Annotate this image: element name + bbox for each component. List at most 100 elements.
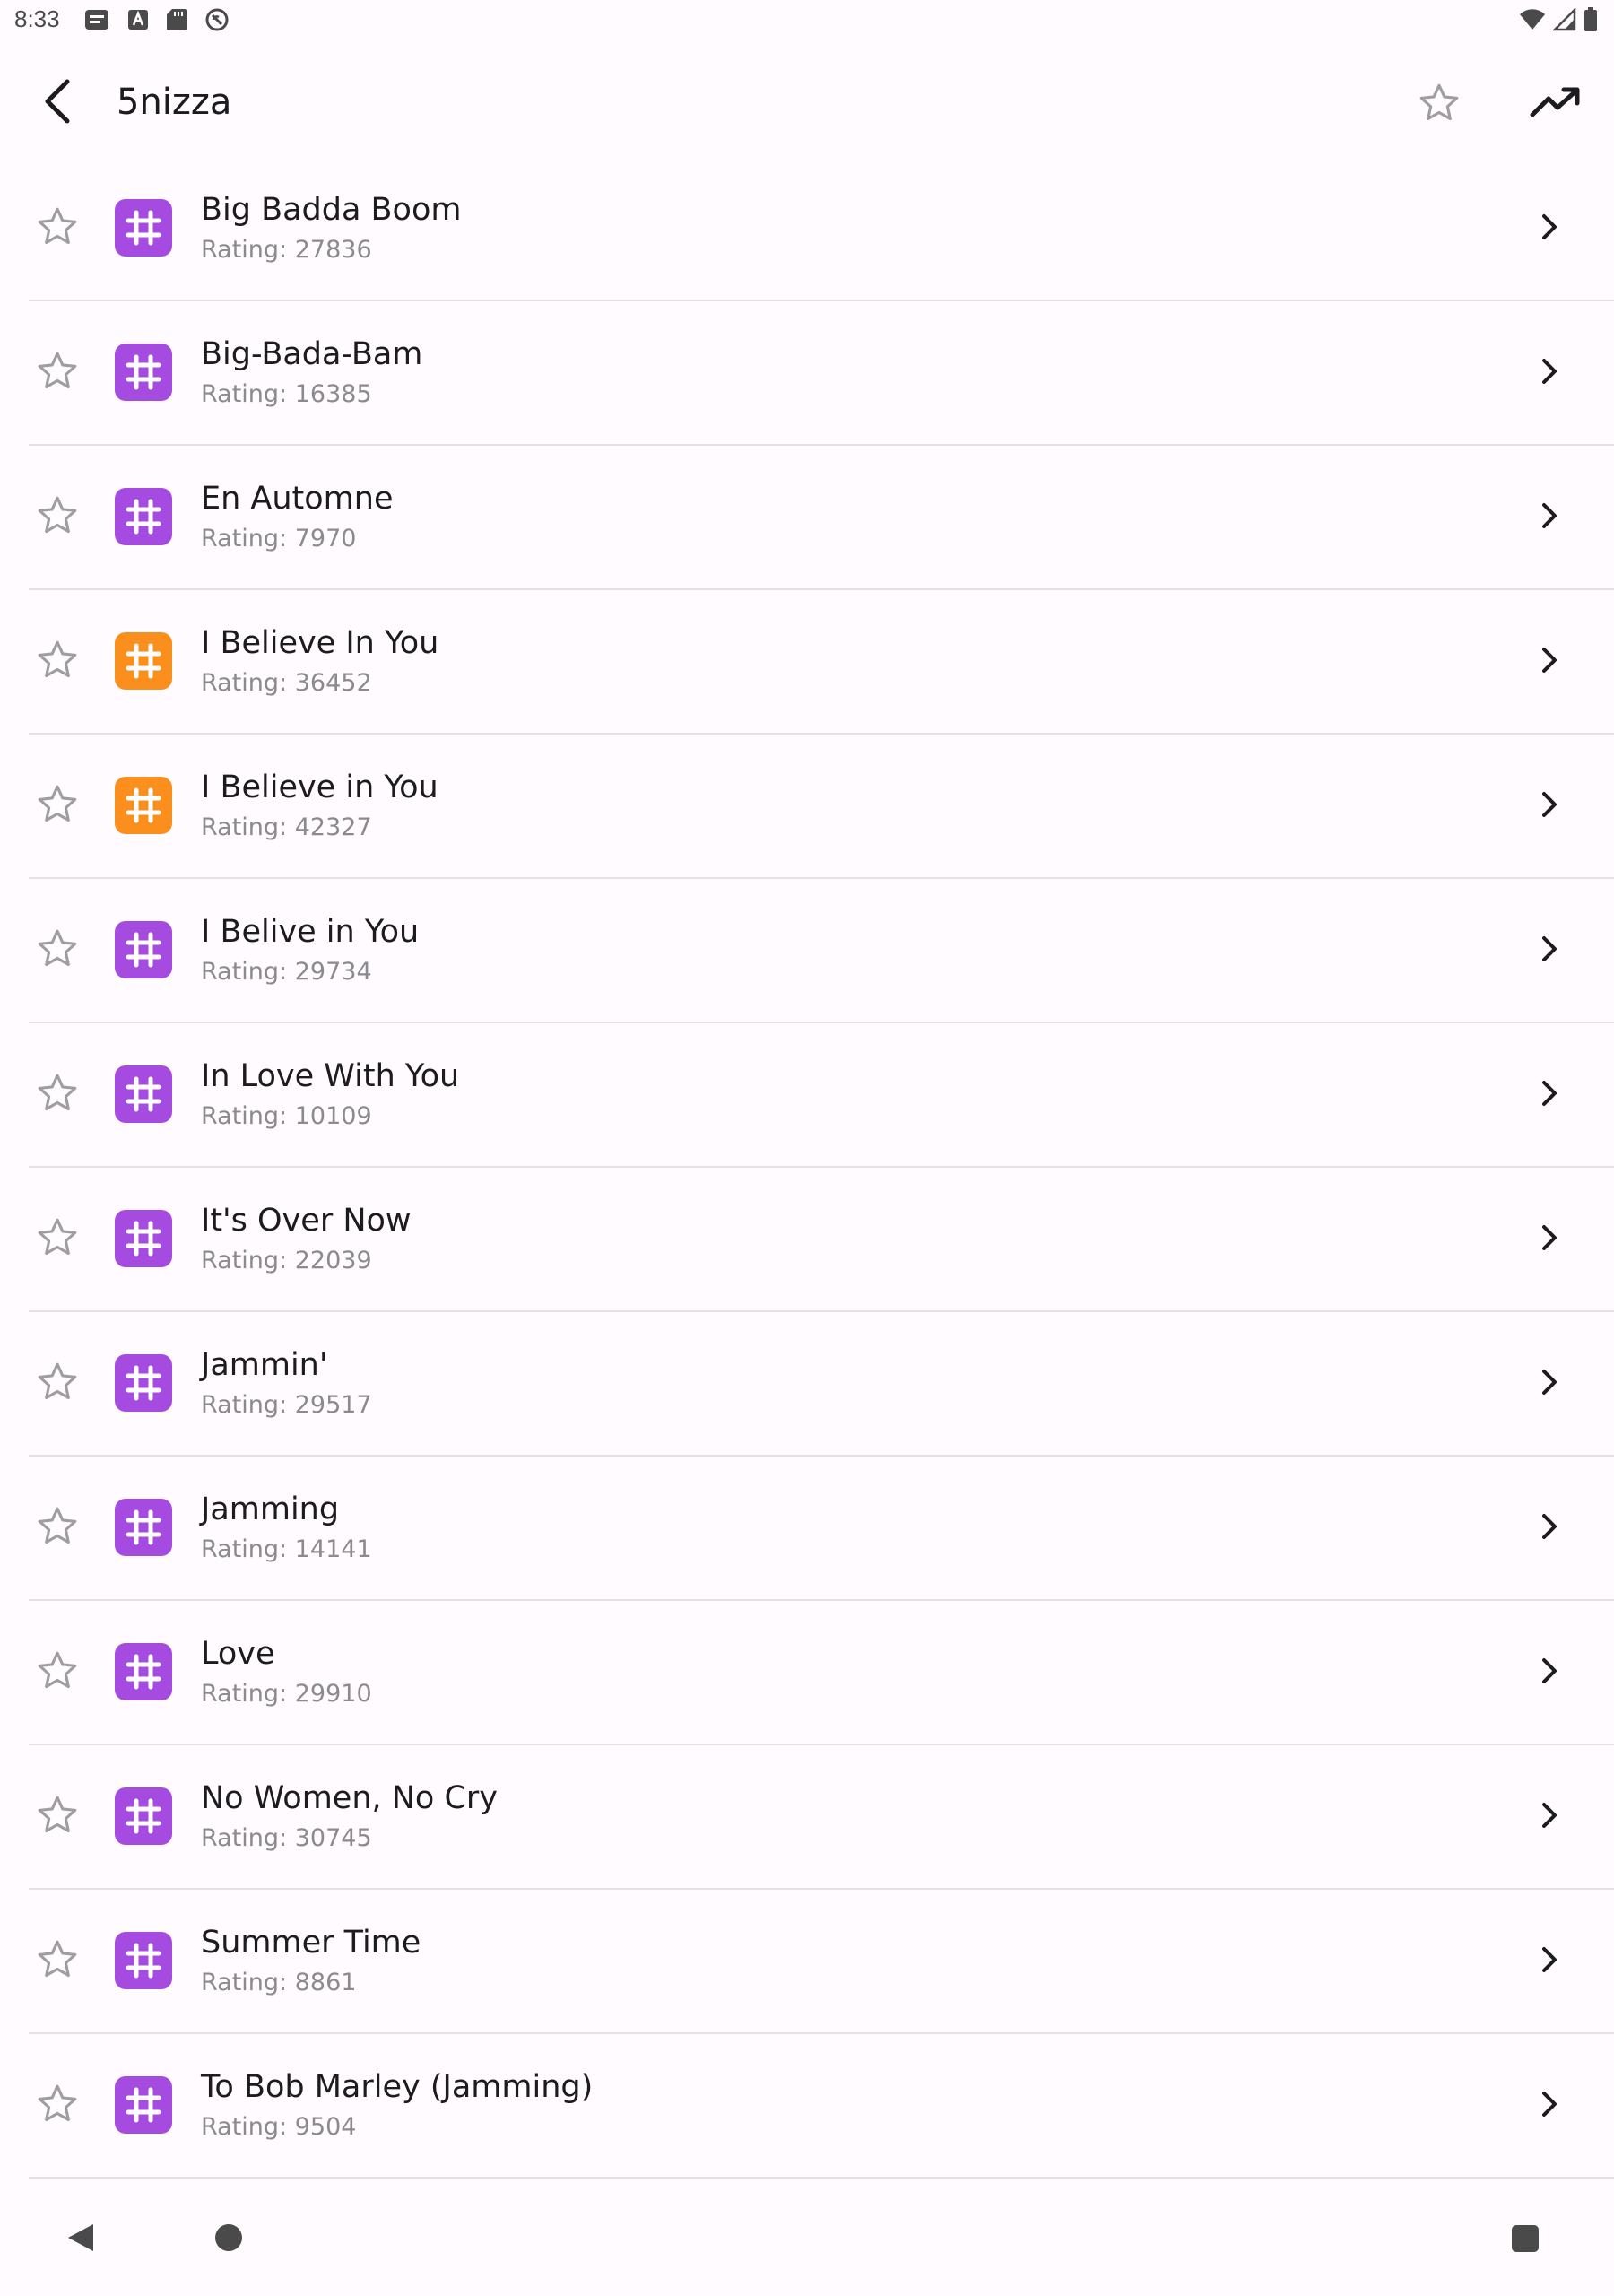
star-outline-icon xyxy=(35,1648,80,1697)
open-song-button[interactable] xyxy=(1524,1070,1575,1120)
song-rating: Rating: 8861 xyxy=(201,1969,357,1996)
row-favorite-button[interactable] xyxy=(30,924,84,978)
chevron-right-icon xyxy=(1539,212,1560,246)
row-favorite-button[interactable] xyxy=(30,202,84,256)
song-row[interactable]: No Women, No Cry Rating: 30745 xyxy=(0,1745,1614,1890)
chevron-right-icon xyxy=(1539,645,1560,679)
back-button[interactable] xyxy=(27,72,90,135)
song-rating: Rating: 7970 xyxy=(201,525,357,552)
song-title: Summer Time xyxy=(201,1925,421,1961)
chevron-right-icon xyxy=(1539,1367,1560,1401)
favorite-artist-button[interactable] xyxy=(1408,74,1471,136)
song-title: Big Badda Boom xyxy=(201,192,462,228)
song-rating: Rating: 36452 xyxy=(201,669,372,697)
row-favorite-button[interactable] xyxy=(30,1935,84,1988)
hashtag-badge-icon xyxy=(115,1499,172,1556)
song-row[interactable]: Big-Bada-Bam Rating: 16385 xyxy=(0,301,1614,446)
open-song-button[interactable] xyxy=(1524,926,1575,976)
font-icon xyxy=(127,8,149,35)
hashtag-badge-icon xyxy=(115,777,172,834)
status-icons-left xyxy=(84,7,230,36)
nav-recents-icon[interactable] xyxy=(1512,2225,1539,2252)
open-song-button[interactable] xyxy=(1524,2081,1575,2131)
open-song-button[interactable] xyxy=(1524,637,1575,687)
song-row[interactable]: En Automne Rating: 7970 xyxy=(0,446,1614,590)
trending-button[interactable] xyxy=(1524,74,1587,136)
open-song-button[interactable] xyxy=(1524,1359,1575,1409)
song-title: It's Over Now xyxy=(201,1203,412,1239)
open-song-button[interactable] xyxy=(1524,1792,1575,1842)
row-favorite-button[interactable] xyxy=(30,346,84,400)
navigation-bar xyxy=(0,2188,1614,2296)
song-rating: Rating: 22039 xyxy=(201,1247,372,1274)
hashtag-badge-icon xyxy=(115,1932,172,1989)
star-outline-icon xyxy=(35,2082,80,2130)
chevron-right-icon xyxy=(1539,934,1560,968)
notes-icon xyxy=(84,8,109,35)
open-song-button[interactable] xyxy=(1524,1936,1575,1987)
hashtag-badge-icon xyxy=(115,632,172,690)
chevron-right-icon xyxy=(1539,1511,1560,1545)
open-song-button[interactable] xyxy=(1524,781,1575,831)
hashtag-badge-icon xyxy=(115,1210,172,1267)
song-rating: Rating: 27836 xyxy=(201,236,372,264)
song-title: To Bob Marley (Jamming) xyxy=(201,2069,594,2105)
chevron-right-icon xyxy=(1539,1800,1560,1834)
row-favorite-button[interactable] xyxy=(30,779,84,833)
status-time: 8:33 xyxy=(14,5,60,32)
star-outline-icon xyxy=(1417,81,1462,129)
row-favorite-button[interactable] xyxy=(30,635,84,689)
song-rating: Rating: 29734 xyxy=(201,958,372,986)
no-sync-icon xyxy=(204,7,230,36)
song-title: Jamming xyxy=(201,1492,340,1527)
song-title: Love xyxy=(201,1636,275,1672)
song-row[interactable]: I Believe In You Rating: 36452 xyxy=(0,590,1614,735)
song-row[interactable]: Big Badda Boom Rating: 27836 xyxy=(0,157,1614,301)
star-outline-icon xyxy=(35,1360,80,1408)
song-row[interactable]: Love Rating: 29910 xyxy=(0,1601,1614,1745)
open-song-button[interactable] xyxy=(1524,1648,1575,1698)
song-row[interactable]: To Bob Marley (Jamming) Rating: 9504 xyxy=(0,2034,1614,2179)
chevron-right-icon xyxy=(1539,1944,1560,1979)
song-title: Big-Bada-Bam xyxy=(201,336,423,372)
song-title: In Love With You xyxy=(201,1058,460,1094)
row-favorite-button[interactable] xyxy=(30,1213,84,1266)
song-row[interactable]: I Belive in You Rating: 29734 xyxy=(0,879,1614,1023)
star-outline-icon xyxy=(35,638,80,686)
song-row[interactable]: Summer Time Rating: 8861 xyxy=(0,1890,1614,2034)
song-rating: Rating: 14141 xyxy=(201,1535,372,1563)
row-favorite-button[interactable] xyxy=(30,1068,84,1122)
song-title: No Women, No Cry xyxy=(201,1780,499,1816)
hashtag-badge-icon xyxy=(115,1787,172,1845)
song-row[interactable]: It's Over Now Rating: 22039 xyxy=(0,1168,1614,1312)
song-title: I Believe In You xyxy=(201,625,439,661)
battery-icon xyxy=(1584,7,1598,36)
hashtag-badge-icon xyxy=(115,488,172,545)
song-row[interactable]: In Love With You Rating: 10109 xyxy=(0,1023,1614,1168)
song-row[interactable]: Jammin' Rating: 29517 xyxy=(0,1312,1614,1457)
song-title: Jammin' xyxy=(201,1347,328,1383)
row-favorite-button[interactable] xyxy=(30,491,84,544)
open-song-button[interactable] xyxy=(1524,204,1575,254)
hashtag-badge-icon xyxy=(115,2076,172,2134)
hashtag-badge-icon xyxy=(115,1643,172,1700)
row-favorite-button[interactable] xyxy=(30,1790,84,1844)
row-favorite-button[interactable] xyxy=(30,1357,84,1411)
hashtag-badge-icon xyxy=(115,1354,172,1412)
open-song-button[interactable] xyxy=(1524,348,1575,398)
row-favorite-button[interactable] xyxy=(30,1501,84,1555)
row-favorite-button[interactable] xyxy=(30,1646,84,1700)
nav-home-icon[interactable] xyxy=(215,2224,242,2251)
chevron-right-icon xyxy=(1539,356,1560,390)
star-outline-icon xyxy=(35,493,80,542)
nav-back-icon[interactable] xyxy=(66,2222,95,2257)
open-song-button[interactable] xyxy=(1524,492,1575,543)
song-rating: Rating: 9504 xyxy=(201,2113,357,2141)
song-row[interactable]: Jamming Rating: 14141 xyxy=(0,1457,1614,1601)
song-row[interactable]: I Believe in You Rating: 42327 xyxy=(0,735,1614,879)
star-outline-icon xyxy=(35,1937,80,1986)
star-outline-icon xyxy=(35,1504,80,1552)
open-song-button[interactable] xyxy=(1524,1214,1575,1265)
row-favorite-button[interactable] xyxy=(30,2079,84,2133)
open-song-button[interactable] xyxy=(1524,1503,1575,1553)
